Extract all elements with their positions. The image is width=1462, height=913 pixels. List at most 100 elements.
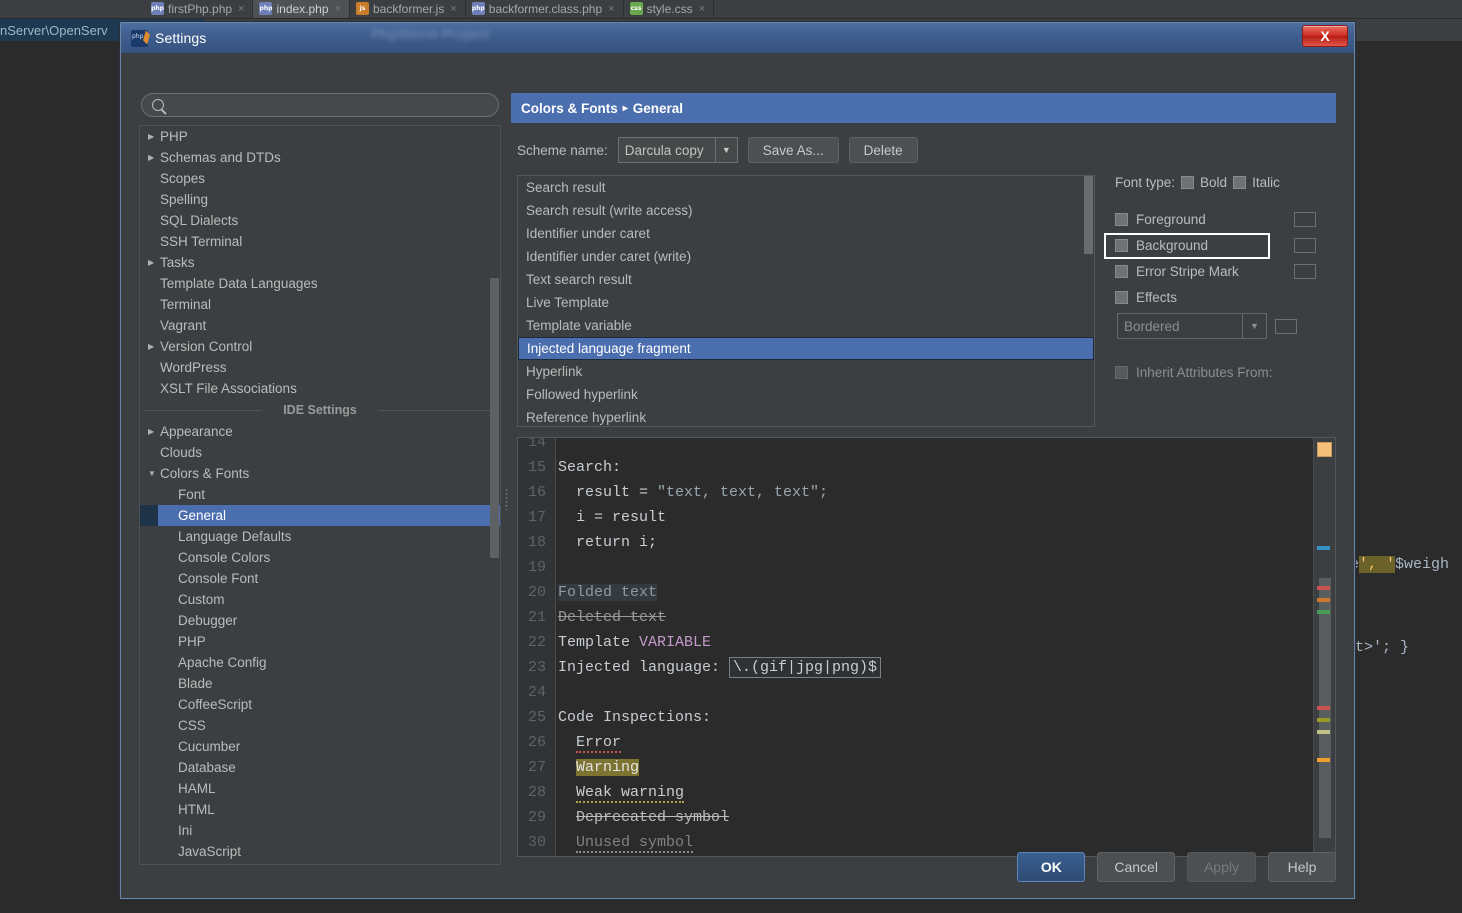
sidebar-item-tasks[interactable]: ▶ Tasks xyxy=(140,252,500,273)
color-list-item[interactable]: Identifier under caret (write) xyxy=(518,245,1094,268)
color-list-item[interactable]: Followed hyperlink xyxy=(518,383,1094,406)
sidebar-item-cucumber[interactable]: Cucumber xyxy=(140,736,500,757)
effects-color-swatch[interactable] xyxy=(1275,318,1297,334)
preview-stripe-mark[interactable] xyxy=(1317,610,1330,614)
preview-stripe-mark[interactable] xyxy=(1317,730,1330,734)
search-input[interactable] xyxy=(171,97,488,113)
sidebar-item-clouds[interactable]: Clouds xyxy=(140,442,500,463)
color-list-item[interactable]: Live Template xyxy=(518,291,1094,314)
save-as-button[interactable]: Save As... xyxy=(747,137,839,163)
sidebar-item-blade[interactable]: Blade xyxy=(140,673,500,694)
sidebar-item-schemas-and-dtds[interactable]: ▶ Schemas and DTDs xyxy=(140,147,500,168)
color-list-item[interactable]: Reference hyperlink xyxy=(518,406,1094,426)
bold-checkbox[interactable] xyxy=(1181,176,1195,189)
sidebar-item-scopes[interactable]: Scopes xyxy=(140,168,500,189)
sidebar-item-console-colors[interactable]: Console Colors xyxy=(140,547,500,568)
color-list-item[interactable]: Injected language fragment xyxy=(518,337,1094,360)
ok-button[interactable]: OK xyxy=(1017,852,1086,882)
sidebar-item-ssh-terminal[interactable]: SSH Terminal xyxy=(140,231,500,252)
sidebar-item-terminal[interactable]: Terminal xyxy=(140,294,500,315)
sidebar-item-vagrant[interactable]: Vagrant xyxy=(140,315,500,336)
preview-stripe-mark[interactable] xyxy=(1317,546,1330,550)
sidebar-item-html[interactable]: HTML xyxy=(140,799,500,820)
sidebar-item-css[interactable]: CSS xyxy=(140,715,500,736)
color-list-item[interactable]: Search result xyxy=(518,176,1094,199)
sidebar-item-appearance[interactable]: ▶ Appearance xyxy=(140,421,500,442)
sidebar-item-coffeescript[interactable]: CoffeeScript xyxy=(140,694,500,715)
sidebar-item-spelling[interactable]: Spelling xyxy=(140,189,500,210)
background-color-swatch[interactable] xyxy=(1294,238,1316,253)
foreground-color-swatch[interactable] xyxy=(1294,212,1316,227)
close-tab-icon[interactable]: × xyxy=(608,3,614,15)
dialog-title-bar[interactable]: Settings PhpStorm Project X xyxy=(121,23,1354,53)
sidebar-item-haml[interactable]: HAML xyxy=(140,778,500,799)
sidebar-item-custom[interactable]: Custom xyxy=(140,589,500,610)
close-tab-icon[interactable]: × xyxy=(450,3,456,15)
color-scheme-preview[interactable]: 14 15 Search: 16 result = "text, text, text… xyxy=(517,437,1336,857)
sidebar-item-php[interactable]: ▶ PHP xyxy=(140,126,500,147)
chevron-right-icon[interactable]: ▶ xyxy=(148,132,160,141)
sidebar-item-sql-dialects[interactable]: SQL Dialects xyxy=(140,210,500,231)
sidebar-item-language-defaults[interactable]: Language Defaults xyxy=(140,526,500,547)
effects-checkbox[interactable] xyxy=(1115,291,1128,304)
sidebar-item-wordpress[interactable]: WordPress xyxy=(140,357,500,378)
preview-inspection-status-icon[interactable] xyxy=(1317,442,1332,457)
sidebar-item-template-data-languages[interactable]: Template Data Languages xyxy=(140,273,500,294)
inherit-attributes-checkbox[interactable] xyxy=(1115,366,1128,379)
italic-checkbox[interactable] xyxy=(1233,176,1247,189)
editor-tab-index-php[interactable]: php index.php × xyxy=(253,0,350,18)
sidebar-item-ini[interactable]: Ini xyxy=(140,820,500,841)
preview-stripe-mark[interactable] xyxy=(1317,706,1330,710)
close-tab-icon[interactable]: × xyxy=(238,3,244,15)
sidebar-item-apache-config[interactable]: Apache Config xyxy=(140,652,500,673)
help-button[interactable]: Help xyxy=(1268,852,1336,882)
sidebar-item-debugger[interactable]: Debugger xyxy=(140,610,500,631)
sidebar-item-javascript[interactable]: JavaScript xyxy=(140,841,500,862)
preview-stripe-mark[interactable] xyxy=(1317,598,1330,602)
scheme-name-select[interactable]: Darcula copy ▼ xyxy=(617,137,738,163)
sidebar-item-colors-fonts[interactable]: ▼ Colors & Fonts xyxy=(140,463,500,484)
background-checkbox[interactable] xyxy=(1115,239,1128,252)
sidebar-item-console-font[interactable]: Console Font xyxy=(140,568,500,589)
chevron-right-icon[interactable]: ▶ xyxy=(148,153,160,162)
color-list-item[interactable]: Text search result xyxy=(518,268,1094,291)
editor-tab-backformer-class-php[interactable]: php backformer.class.php × xyxy=(465,0,624,18)
preview-stripe-mark[interactable] xyxy=(1317,718,1330,722)
color-list-scrollbar-thumb[interactable] xyxy=(1084,176,1093,254)
editor-tab-backformer-js[interactable]: js backformer.js × xyxy=(349,0,466,18)
close-icon[interactable]: X xyxy=(1302,25,1348,47)
sidebar-item-xslt-file-associations[interactable]: XSLT File Associations xyxy=(140,378,500,399)
chevron-down-icon[interactable]: ▼ xyxy=(148,469,160,478)
tree-scrollbar-thumb[interactable] xyxy=(490,278,499,558)
close-tab-icon[interactable]: × xyxy=(335,3,341,15)
sidebar-item-general[interactable]: General xyxy=(140,505,500,526)
apply-button[interactable]: Apply xyxy=(1186,852,1256,882)
color-list-item[interactable]: Search result (write access) xyxy=(518,199,1094,222)
preview-stripe-mark[interactable] xyxy=(1317,586,1330,590)
splitter-handle[interactable] xyxy=(505,488,508,510)
sidebar-item-database[interactable]: Database xyxy=(140,757,500,778)
sidebar-item-version-control[interactable]: ▶ Version Control xyxy=(140,336,500,357)
chevron-down-icon[interactable]: ▼ xyxy=(1242,314,1266,338)
editor-tab-style-css[interactable]: css style.css × xyxy=(623,0,715,18)
preview-stripe-mark[interactable] xyxy=(1317,758,1330,762)
color-list-item[interactable]: Template variable xyxy=(518,314,1094,337)
chevron-right-icon[interactable]: ▶ xyxy=(148,258,160,267)
error-stripe-checkbox[interactable] xyxy=(1115,265,1128,278)
chevron-right-icon[interactable]: ▶ xyxy=(148,342,160,351)
delete-button[interactable]: Delete xyxy=(848,137,918,163)
error-stripe-color-swatch[interactable] xyxy=(1294,264,1316,279)
close-tab-icon[interactable]: × xyxy=(699,3,705,15)
color-list-item[interactable]: Identifier under caret xyxy=(518,222,1094,245)
color-list-item[interactable]: Hyperlink xyxy=(518,360,1094,383)
settings-tree[interactable]: ▶ PHP ▶ Schemas and DTDs Scopes Spelling SQL D… xyxy=(139,125,501,865)
color-settings-list[interactable]: Search result Search result (write access… xyxy=(517,175,1095,427)
cancel-button[interactable]: Cancel xyxy=(1097,852,1175,882)
editor-tab-firstphp-php[interactable]: php firstPhp.php × xyxy=(145,0,254,18)
chevron-down-icon[interactable]: ▼ xyxy=(714,138,737,162)
sidebar-item-php[interactable]: PHP xyxy=(140,631,500,652)
sidebar-item-font[interactable]: Font xyxy=(140,484,500,505)
settings-search[interactable] xyxy=(141,93,499,117)
foreground-checkbox[interactable] xyxy=(1115,213,1128,226)
chevron-right-icon[interactable]: ▶ xyxy=(148,427,160,436)
